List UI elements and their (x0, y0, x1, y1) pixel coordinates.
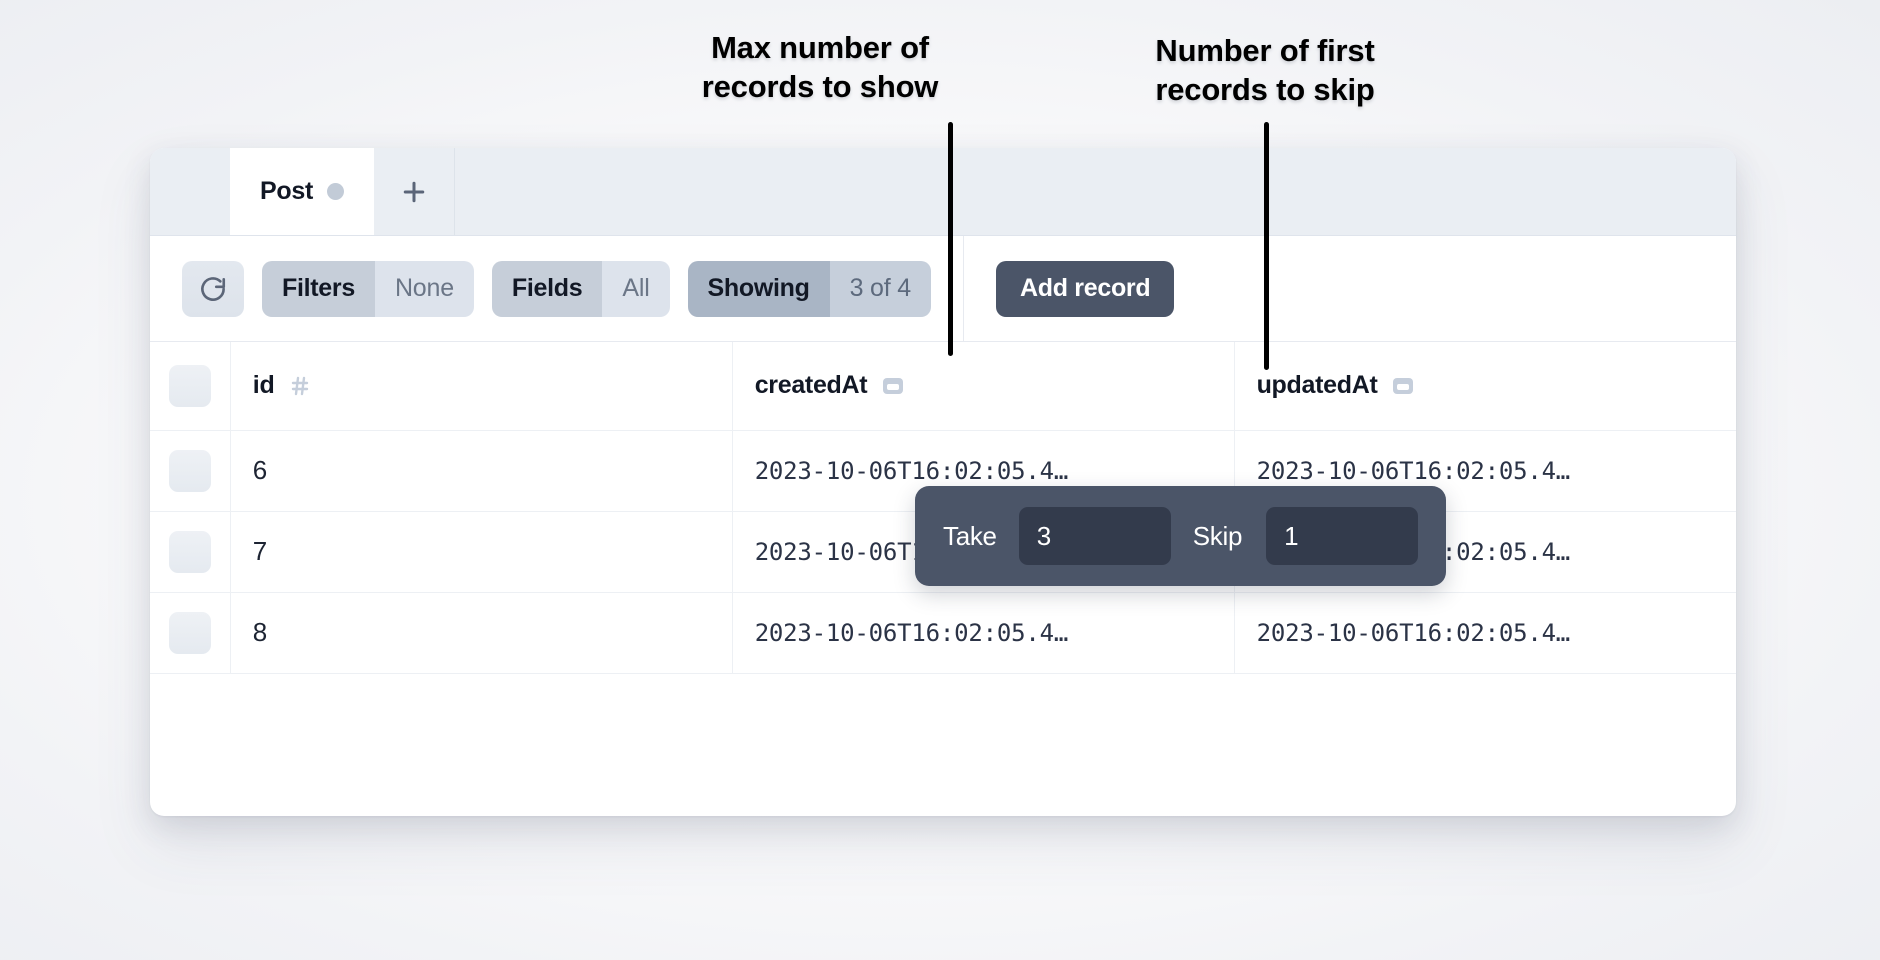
row-select-cell (150, 430, 230, 511)
annotation-skip-label: Number of first records to skip (1055, 31, 1475, 109)
add-record-button[interactable]: Add record (996, 261, 1174, 317)
pagination-popover: Take 3 Skip 1 (915, 486, 1446, 586)
toolbar-divider (963, 236, 964, 341)
plus-icon (399, 177, 429, 207)
annotation-skip-leader-line (1264, 122, 1269, 370)
take-label: Take (943, 521, 997, 552)
tab-post-status-dot (327, 183, 344, 200)
row-checkbox[interactable] (169, 531, 211, 573)
annotation-take-leader-line (948, 122, 953, 356)
annotation-take-label: Max number of records to show (610, 28, 1030, 106)
showing-label: Showing (688, 261, 830, 317)
showing-control[interactable]: Showing 3 of 4 (688, 261, 931, 317)
tab-strip-leading-spacer (152, 148, 230, 235)
row-checkbox[interactable] (169, 612, 211, 654)
row-select-cell (150, 511, 230, 592)
fields-label: Fields (492, 261, 602, 317)
row-select-cell (150, 592, 230, 673)
add-tab-button[interactable] (374, 148, 455, 235)
filters-control[interactable]: Filters None (262, 261, 474, 317)
cell-id[interactable]: 6 (230, 430, 732, 511)
select-all-header-cell (150, 342, 230, 430)
fields-value: All (602, 261, 669, 317)
skip-label: Skip (1193, 521, 1242, 552)
table-toolbar: Filters None Fields All Showing 3 of 4 A… (150, 236, 1736, 342)
tab-post-label: Post (260, 177, 313, 206)
fields-control[interactable]: Fields All (492, 261, 670, 317)
calendar-icon (1391, 374, 1415, 398)
data-browser-card: Post Filters None (150, 148, 1736, 816)
hash-icon (288, 374, 312, 398)
column-header-id-label: id (253, 371, 275, 400)
cell-createdat[interactable]: 2023-10-06T16:02:05.4… (732, 592, 1234, 673)
row-checkbox[interactable] (169, 450, 211, 492)
refresh-icon (198, 274, 228, 304)
table-header: id createdAt (150, 342, 1736, 430)
table-header-row: id createdAt (150, 342, 1736, 430)
filters-label: Filters (262, 261, 375, 317)
column-header-createdat-label: createdAt (755, 371, 868, 400)
add-record-label: Add record (1020, 274, 1150, 303)
showing-value: 3 of 4 (830, 261, 931, 317)
filters-value: None (375, 261, 474, 317)
cell-updatedat[interactable]: 2023-10-06T16:02:05.4… (1234, 592, 1736, 673)
column-header-updatedat-label: updatedAt (1257, 371, 1378, 400)
column-header-createdat[interactable]: createdAt (732, 342, 1234, 430)
column-header-id[interactable]: id (230, 342, 732, 430)
refresh-button[interactable] (182, 261, 244, 317)
cell-id[interactable]: 8 (230, 592, 732, 673)
table-row[interactable]: 8 2023-10-06T16:02:05.4… 2023-10-06T16:0… (150, 592, 1736, 673)
tab-post[interactable]: Post (230, 148, 374, 235)
cell-id[interactable]: 7 (230, 511, 732, 592)
column-header-updatedat[interactable]: updatedAt (1234, 342, 1736, 430)
calendar-icon (881, 374, 905, 398)
take-input[interactable]: 3 (1019, 507, 1171, 565)
select-all-checkbox[interactable] (169, 365, 211, 407)
tab-strip: Post (150, 148, 1736, 236)
skip-input[interactable]: 1 (1266, 507, 1418, 565)
